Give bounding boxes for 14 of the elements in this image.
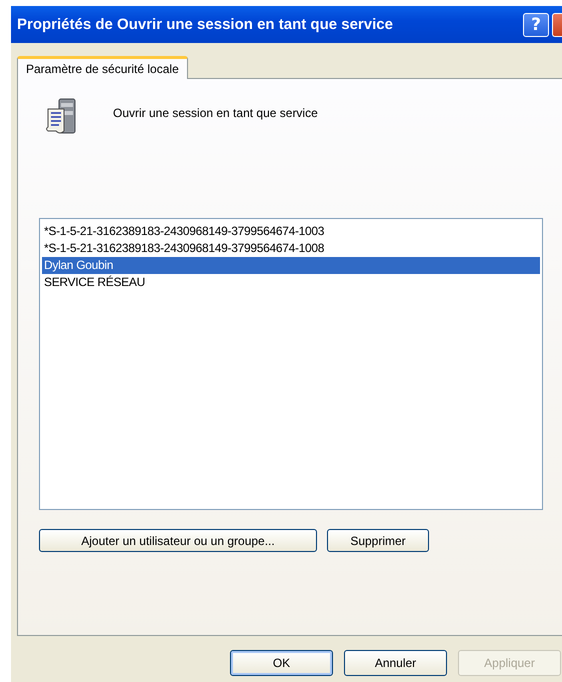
list-item[interactable]: *S-1-5-21-3162389183-2430968149-3799564674-1003: [42, 223, 540, 240]
policy-name: Ouvrir une session en tant que service: [113, 106, 318, 120]
tab[interactable]: Paramètre de sécurité locale: [17, 56, 188, 79]
add-button[interactable]: Ajouter un utilisateur ou un groupe...: [39, 529, 317, 552]
close-button[interactable]: [552, 12, 562, 36]
remove-button[interactable]: Supprimer: [327, 529, 429, 552]
list-item[interactable]: SERVICE RÉSEAU: [42, 274, 540, 291]
ok-button[interactable]: OK: [230, 650, 333, 676]
list-item[interactable]: Dylan Goubin: [42, 257, 540, 274]
list-item[interactable]: *S-1-5-21-3162389183-2430968149-3799564674-1008: [42, 240, 540, 257]
window-title: Propriétés de Ouvrir une session en tant que service: [17, 16, 394, 33]
help-button[interactable]: ?: [523, 12, 549, 36]
account-list[interactable]: *S-1-5-21-3162389183-2430968149-3799564674-1003 *S-1-5-21-3162389183-2430968149-3799564674-1008 Dylan Goubin SERVICE RÉSEAU: [39, 218, 543, 510]
cancel-button[interactable]: Annuler: [344, 650, 447, 676]
